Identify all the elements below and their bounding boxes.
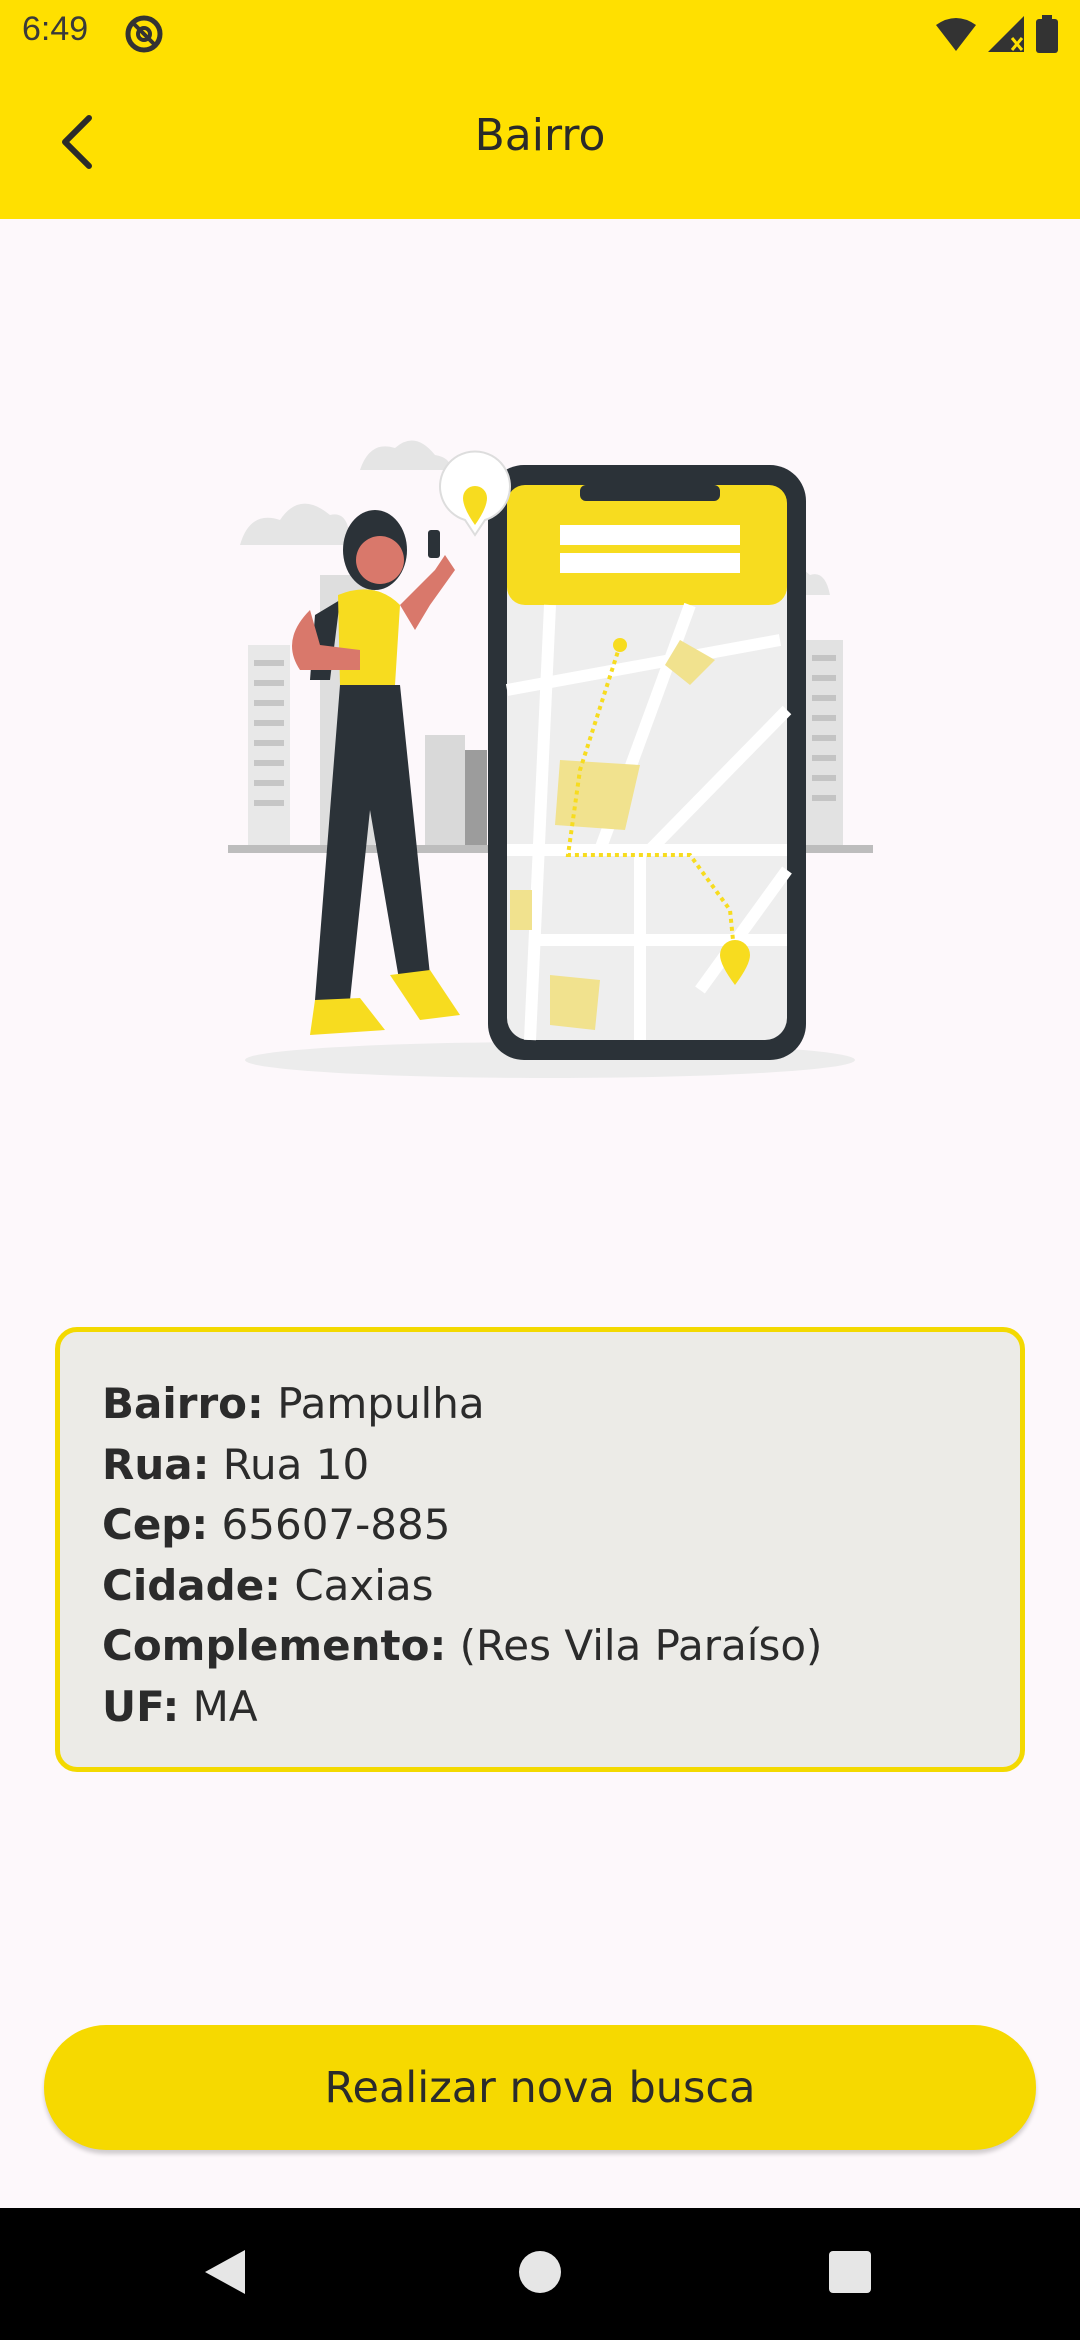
battery-icon (1036, 15, 1058, 53)
detail-row-bairro: Bairro: Pampulha (102, 1374, 978, 1435)
bairro-value: Pampulha (277, 1379, 485, 1428)
status-time: 6:49 (22, 10, 89, 48)
cep-value: 65607-885 (221, 1500, 451, 1549)
rua-value: Rua 10 (222, 1439, 370, 1489)
uf-value: MA (192, 1681, 258, 1731)
nav-recents-square-icon (829, 2251, 871, 2297)
address-details-card: Bairro: Pampulha Rua: Rua 10 Cep: 65607-… (55, 1327, 1025, 1772)
nav-back-triangle-icon (203, 2248, 247, 2300)
signal-icon (988, 16, 1024, 52)
detail-row-uf: UF: MA (102, 1677, 978, 1738)
status-bar: 6:49 (0, 0, 1080, 66)
app-bar: 6:49 Bairro (0, 0, 1080, 219)
nav-back-button[interactable] (165, 2208, 285, 2340)
detail-row-complemento: Complemento: (Res Vila Paraíso) (102, 1616, 978, 1677)
nav-home-circle-icon (518, 2250, 562, 2298)
uf-label: UF: (102, 1681, 180, 1731)
new-search-button[interactable]: Realizar nova busca (44, 2025, 1036, 2150)
status-icons (936, 12, 1058, 56)
complemento-value: (Res Vila Paraíso) (459, 1621, 823, 1670)
page-title: Bairro (474, 110, 606, 161)
cidade-value: Caxias (294, 1560, 434, 1610)
complemento-label: Complemento: (102, 1621, 447, 1670)
map-navigation-illustration (220, 430, 880, 1080)
nav-home-button[interactable] (480, 2208, 600, 2340)
at-sign-notification-icon (124, 14, 164, 54)
detail-row-cep: Cep: 65607-885 (102, 1495, 978, 1556)
rua-label: Rua: (102, 1439, 210, 1489)
nav-recents-button[interactable] (790, 2208, 910, 2340)
cidade-label: Cidade: (102, 1560, 281, 1610)
system-navigation-bar (0, 2208, 1080, 2340)
bairro-label: Bairro: (102, 1379, 264, 1428)
detail-row-cidade: Cidade: Caxias (102, 1556, 978, 1617)
detail-row-rua: Rua: Rua 10 (102, 1435, 978, 1496)
wifi-icon (936, 17, 976, 51)
cep-label: Cep: (102, 1500, 209, 1549)
